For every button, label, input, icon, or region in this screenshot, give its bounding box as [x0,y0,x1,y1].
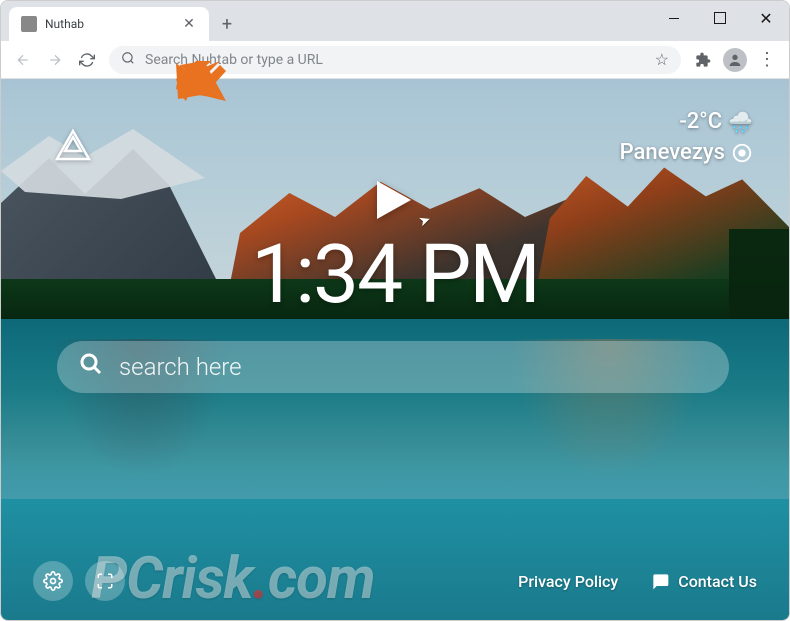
play-icon [369,177,415,223]
footer: Privacy Policy Contact Us [1,561,789,601]
reload-icon [79,52,95,68]
forward-button[interactable] [41,46,69,74]
browser-tab[interactable]: Nuthab ✕ [9,7,209,41]
search-icon [121,51,135,69]
play-button[interactable] [369,177,415,227]
forward-icon [47,52,63,68]
bookmark-button[interactable]: ☆ [655,50,669,69]
menu-button[interactable]: ⋮ [753,46,781,74]
browser-window: Nuthab ✕ + ✕ Search Nuhtab or type a URL… [0,0,790,621]
contact-label: Contact Us [678,572,757,591]
fullscreen-button[interactable] [85,561,125,601]
fullscreen-icon [96,572,114,590]
extensions-button[interactable] [689,46,717,74]
close-icon[interactable]: ✕ [181,16,197,32]
back-icon [15,52,31,68]
omnibox[interactable]: Search Nuhtab or type a URL ☆ [109,46,681,74]
window-controls: ✕ [651,1,789,35]
clock: 1:34 PM [1,227,789,323]
tab-favicon [21,16,37,32]
gear-icon [43,571,63,591]
toolbar: Search Nuhtab or type a URL ☆ ⋮ [1,41,789,79]
titlebar: Nuthab ✕ + ✕ [1,1,789,41]
tab-title: Nuthab [45,17,173,31]
chat-icon [650,571,670,591]
omnibox-placeholder: Search Nuhtab or type a URL [145,52,645,68]
rain-cloud-icon: 🌧️ [728,110,753,134]
profile-icon [723,48,747,72]
site-logo[interactable] [53,127,93,171]
contact-link[interactable]: Contact Us [650,571,757,591]
search-icon [79,352,103,382]
new-tab-button[interactable]: + [213,10,241,38]
settings-button[interactable] [33,561,73,601]
back-button[interactable] [9,46,37,74]
search-placeholder: search here [119,353,242,381]
location-pin-icon [731,142,753,164]
privacy-link[interactable]: Privacy Policy [518,572,618,591]
weather-widget[interactable]: -2°C 🌧️ Panevezys [620,109,753,165]
triangle-logo-icon [53,127,93,167]
weather-temp: -2°C [679,109,722,134]
search-bar[interactable]: search here [57,341,729,393]
page-content: -2°C 🌧️ Panevezys ➤ 1:34 PM search here … [1,79,789,621]
minimize-button[interactable] [651,1,697,35]
profile-button[interactable] [721,46,749,74]
puzzle-icon [695,52,711,68]
maximize-button[interactable] [697,1,743,35]
reload-button[interactable] [73,46,101,74]
window-close-button[interactable]: ✕ [743,1,789,35]
weather-location: Panevezys [620,140,725,165]
